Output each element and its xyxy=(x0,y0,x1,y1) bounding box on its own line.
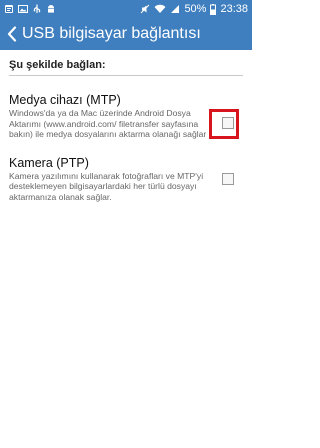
option-description: Windows'da ya da Mac üzerinde Android Do… xyxy=(9,108,207,139)
battery-percent: 50% xyxy=(184,3,207,15)
status-system: 50% 23:38 xyxy=(140,0,248,18)
option-title: Medya cihazı (MTP) xyxy=(9,93,121,107)
status-bar: 50% 23:38 xyxy=(0,0,252,18)
wifi-icon xyxy=(154,4,166,14)
usb-icon xyxy=(32,4,42,14)
android-icon xyxy=(46,4,56,14)
status-time: 23:38 xyxy=(220,3,248,15)
checkbox-mtp[interactable] xyxy=(222,117,234,129)
checkbox-ptp[interactable] xyxy=(222,172,234,185)
image-icon xyxy=(18,4,28,14)
page-title: USB bilgisayar bağlantısı xyxy=(22,25,201,42)
option-ptp[interactable]: Kamera (PTP) Kamera yazılımını kullanara… xyxy=(0,156,252,203)
signal-icon xyxy=(170,4,180,14)
back-arrow-icon[interactable] xyxy=(4,24,20,44)
app-bar: USB bilgisayar bağlantısı xyxy=(0,18,252,50)
settings-content: Şu şekilde bağlan: Medya cihazı (MTP) Wi… xyxy=(0,50,252,202)
option-title: Kamera (PTP) xyxy=(9,155,89,170)
notification-icon xyxy=(4,4,14,14)
battery-icon xyxy=(210,3,217,15)
section-header: Şu şekilde bağlan: xyxy=(9,59,243,76)
option-description: Kamera yazılımını kullanarak fotoğraflar… xyxy=(9,170,204,202)
mute-icon xyxy=(140,4,150,14)
option-mtp[interactable]: Medya cihazı (MTP) Windows'da ya da Mac … xyxy=(0,93,252,140)
status-notifications xyxy=(4,4,56,14)
